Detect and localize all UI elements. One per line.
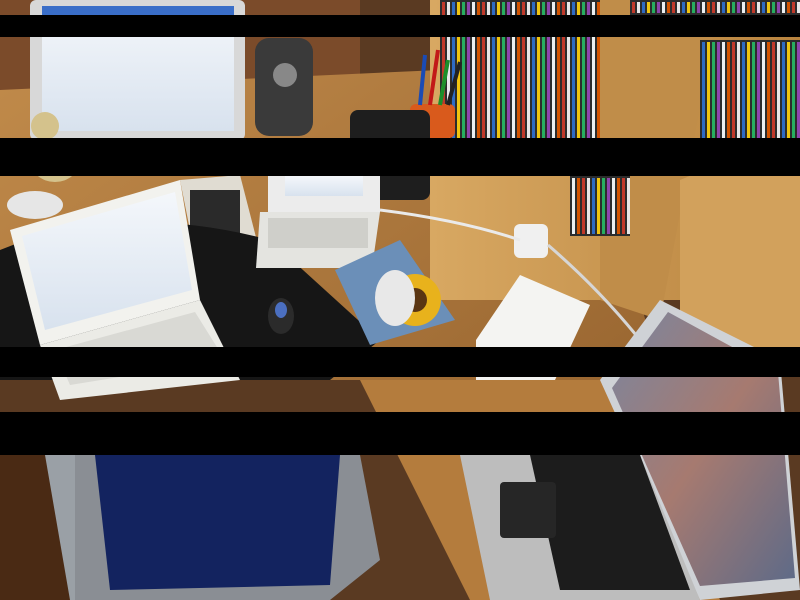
cd-spine <box>752 2 755 13</box>
cd-spine <box>757 2 760 13</box>
cd-spine <box>697 2 700 13</box>
cd-spine <box>782 42 785 138</box>
cd-spine <box>707 2 710 13</box>
cd-spine <box>742 42 745 138</box>
cd-spine <box>772 2 775 13</box>
cd-spine <box>627 178 630 234</box>
cd-spine <box>767 2 770 13</box>
black-bar-4 <box>0 412 800 455</box>
cd-spine <box>657 2 660 13</box>
cd-spine <box>677 2 680 13</box>
desk-photo <box>0 0 800 600</box>
cd-spine <box>757 42 760 138</box>
cd-spine <box>587 178 590 234</box>
cd-spine <box>727 2 730 13</box>
speaker-cone <box>273 63 297 87</box>
cd-spine <box>652 2 655 13</box>
cd-spine <box>762 42 765 138</box>
cd-spine <box>747 42 750 138</box>
cd-spine <box>782 2 785 13</box>
cd-spine <box>687 2 690 13</box>
photo-scene <box>0 0 800 600</box>
cd-spine <box>712 42 715 138</box>
cd-spine <box>572 178 575 234</box>
cd-spine <box>747 2 750 13</box>
cd-spine <box>667 2 670 13</box>
cd-spine <box>682 2 685 13</box>
cd-spine <box>792 42 795 138</box>
cd-spine <box>727 42 730 138</box>
cd-spine <box>752 42 755 138</box>
cd-spine <box>607 178 610 234</box>
cd-spine <box>632 2 635 13</box>
office-chair <box>45 455 380 600</box>
mouse-light <box>275 302 287 318</box>
cd-spine <box>702 42 705 138</box>
cd-spine <box>662 2 665 13</box>
cd-spine <box>737 42 740 138</box>
cd-spine <box>717 42 720 138</box>
black-bar-3 <box>0 347 800 377</box>
white-mouse <box>375 270 415 326</box>
cd-spine <box>717 2 720 13</box>
cd-spine <box>582 178 585 234</box>
cd-spine <box>742 2 745 13</box>
cd-spine <box>732 42 735 138</box>
cd-spine <box>622 178 625 234</box>
cd-spine <box>597 178 600 234</box>
cd-spine <box>777 2 780 13</box>
black-bar-2 <box>0 138 800 176</box>
cd-spine <box>642 2 645 13</box>
cd-spine <box>592 178 595 234</box>
speaker <box>255 38 313 136</box>
cd-spine <box>712 2 715 13</box>
cd-spine <box>637 2 640 13</box>
black-bar-1 <box>0 15 800 37</box>
cd-spine <box>732 2 735 13</box>
cd-spine <box>792 2 795 13</box>
cd-spine <box>647 2 650 13</box>
cd-spine <box>737 2 740 13</box>
cd-spine <box>692 2 695 13</box>
cd-spine <box>602 178 605 234</box>
cd-spine <box>702 2 705 13</box>
touchpad <box>500 482 556 538</box>
cd-spine <box>777 42 780 138</box>
netbook <box>256 176 380 268</box>
cd-spine <box>787 42 790 138</box>
cd-spine <box>722 42 725 138</box>
cd-spine <box>762 2 765 13</box>
cd-spine <box>722 2 725 13</box>
cd-disc <box>7 191 63 219</box>
cd-spine <box>707 42 710 138</box>
cd-spine <box>767 42 770 138</box>
cd-spine <box>577 178 580 234</box>
cd-spine <box>672 2 675 13</box>
cd-spine <box>617 178 620 234</box>
cd-spine <box>612 178 615 234</box>
cd-spine <box>772 42 775 138</box>
cd-spine <box>787 2 790 13</box>
